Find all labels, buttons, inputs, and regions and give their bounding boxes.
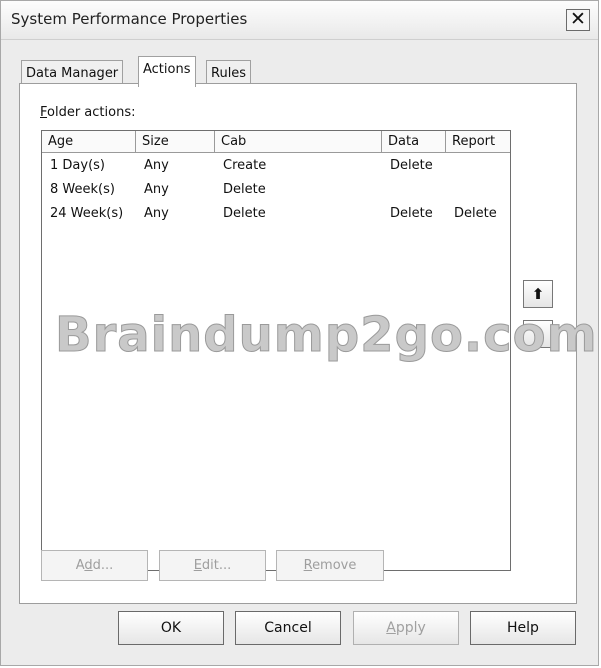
list-row[interactable]: 24 Week(s) Any Delete Delete Delete xyxy=(42,202,510,226)
add-button[interactable]: Add... xyxy=(41,550,148,581)
cell-data: Delete xyxy=(390,206,433,221)
header-label: Cab xyxy=(221,134,247,149)
column-header-size[interactable]: Size xyxy=(136,131,215,153)
cell-cab: Delete xyxy=(223,206,266,221)
header-label: Age xyxy=(48,134,74,149)
header-label: Report xyxy=(452,134,496,149)
cancel-button[interactable]: Cancel xyxy=(235,611,341,645)
label-post: d... xyxy=(92,558,114,573)
list-row[interactable]: 1 Day(s) Any Create Delete xyxy=(42,154,510,178)
edit-button[interactable]: Edit... xyxy=(159,550,266,581)
close-icon: ✕ xyxy=(570,8,586,30)
access-key: F xyxy=(40,105,48,120)
move-up-button[interactable]: ⬆ xyxy=(523,280,553,308)
remove-button[interactable]: Remove xyxy=(276,550,384,581)
tab-label: Actions xyxy=(143,62,191,77)
label-text: older actions: xyxy=(47,105,136,120)
button-label: Help xyxy=(507,620,539,636)
close-button[interactable]: ✕ xyxy=(566,9,590,31)
access-key: E xyxy=(193,558,202,573)
column-header-report[interactable]: Report xyxy=(446,131,510,153)
properties-dialog: System Performance Properties ✕ Data Man… xyxy=(0,0,599,666)
ok-button[interactable]: OK xyxy=(118,611,224,645)
access-key: A xyxy=(386,620,396,636)
cell-size: Any xyxy=(144,158,169,173)
list-header: Age Size Cab Data Report xyxy=(42,131,510,153)
label-post: dit... xyxy=(201,558,232,573)
tab-label: Data Manager xyxy=(26,66,119,81)
cell-size: Any xyxy=(144,206,169,221)
title-bar[interactable]: System Performance Properties ✕ xyxy=(1,1,598,40)
cell-report: Delete xyxy=(454,206,497,221)
apply-button[interactable]: Apply xyxy=(353,611,459,645)
column-header-data[interactable]: Data xyxy=(382,131,446,153)
watermark: Braindump2go.com xyxy=(55,307,598,364)
header-label: Size xyxy=(142,134,169,149)
cell-size: Any xyxy=(144,182,169,197)
column-header-cab[interactable]: Cab xyxy=(215,131,382,153)
cell-cab: Delete xyxy=(223,182,266,197)
arrow-up-icon: ⬆ xyxy=(531,285,545,303)
tab-label: Rules xyxy=(211,66,247,81)
label-post: pply xyxy=(395,620,426,636)
cell-age: 1 Day(s) xyxy=(50,158,105,173)
button-label: OK xyxy=(160,620,182,636)
cell-age: 8 Week(s) xyxy=(50,182,115,197)
label-post: emove xyxy=(312,558,357,573)
help-button[interactable]: Help xyxy=(470,611,576,645)
button-label: Cancel xyxy=(264,620,312,636)
column-header-age[interactable]: Age xyxy=(42,131,136,153)
access-key: R xyxy=(303,558,313,573)
tab-actions[interactable]: Actions xyxy=(138,56,196,87)
access-key: d xyxy=(84,558,93,573)
header-label: Data xyxy=(388,134,420,149)
window-title: System Performance Properties xyxy=(11,10,248,28)
cell-cab: Create xyxy=(223,158,267,173)
cell-age: 24 Week(s) xyxy=(50,206,124,221)
cell-data: Delete xyxy=(390,158,433,173)
list-row[interactable]: 8 Week(s) Any Delete xyxy=(42,178,510,202)
folder-actions-label: Folder actions: xyxy=(40,105,135,120)
